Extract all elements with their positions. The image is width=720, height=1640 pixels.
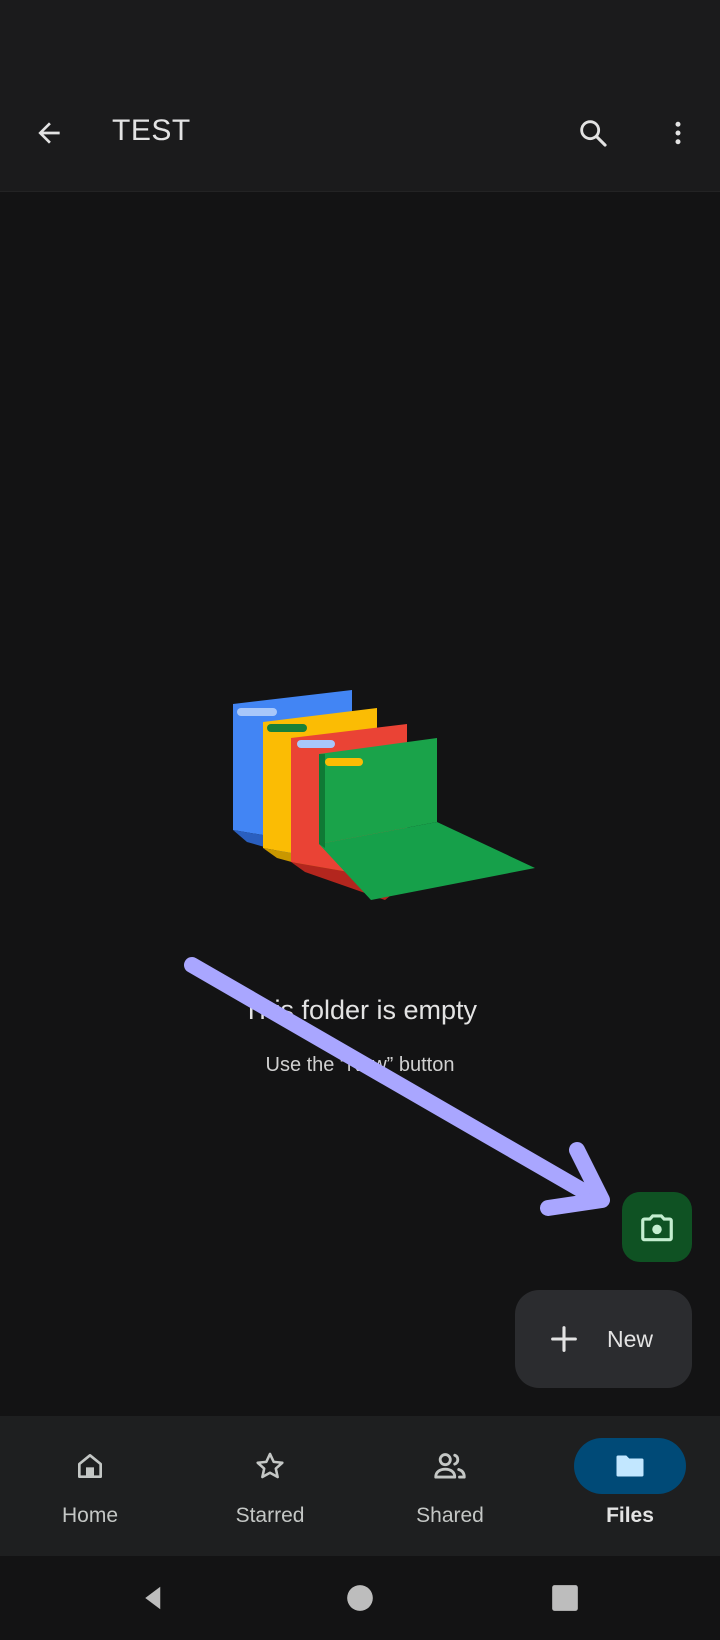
search-icon	[580, 120, 607, 147]
square-recents-icon	[552, 1585, 578, 1611]
nav-item-starred[interactable]: Starred	[180, 1416, 360, 1556]
app-bar: TEST	[0, 70, 720, 192]
system-navigation-bar	[0, 1556, 720, 1640]
star-icon	[256, 1452, 284, 1479]
nav-item-home[interactable]: Home	[0, 1416, 180, 1556]
folder-icon	[616, 1455, 644, 1477]
triangle-back-icon	[145, 1586, 161, 1610]
shared-people-icon	[434, 1453, 466, 1479]
camera-scan-button[interactable]	[622, 1192, 692, 1262]
home-icon	[78, 1454, 102, 1478]
more-options-button[interactable]	[650, 105, 706, 161]
nav-label-shared: Shared	[416, 1504, 484, 1527]
search-button[interactable]	[565, 105, 621, 161]
system-back-button[interactable]	[134, 1578, 174, 1618]
back-button[interactable]	[21, 105, 77, 161]
nav-label-files: Files	[606, 1504, 654, 1527]
plus-icon	[551, 1326, 577, 1352]
bottom-navigation: Home Starred Shared Files	[0, 1416, 720, 1556]
camera-icon	[641, 1214, 673, 1242]
empty-state-subtitle: Use the “New” button	[265, 1054, 455, 1076]
circle-home-icon	[347, 1585, 373, 1611]
arrow-back-icon	[38, 122, 60, 144]
page-title: TEST	[112, 114, 191, 147]
new-button-label: New	[607, 1325, 654, 1352]
active-nav-pill	[574, 1438, 686, 1494]
file-list-area: This folder is empty Use the “New” butto…	[0, 192, 720, 1416]
nav-label-home: Home	[61, 1504, 119, 1527]
more-vert-icon	[675, 121, 681, 145]
status-bar	[0, 0, 720, 70]
empty-state-title: This folder is empty	[242, 995, 478, 1025]
system-home-button[interactable]	[340, 1578, 380, 1618]
new-button[interactable]: New	[515, 1290, 692, 1388]
nav-label-starred: Starred	[235, 1504, 305, 1527]
empty-folder-illustration	[233, 690, 535, 900]
system-recents-button[interactable]	[545, 1578, 585, 1618]
nav-item-shared[interactable]: Shared	[360, 1416, 540, 1556]
nav-item-files[interactable]: Files	[540, 1416, 720, 1556]
